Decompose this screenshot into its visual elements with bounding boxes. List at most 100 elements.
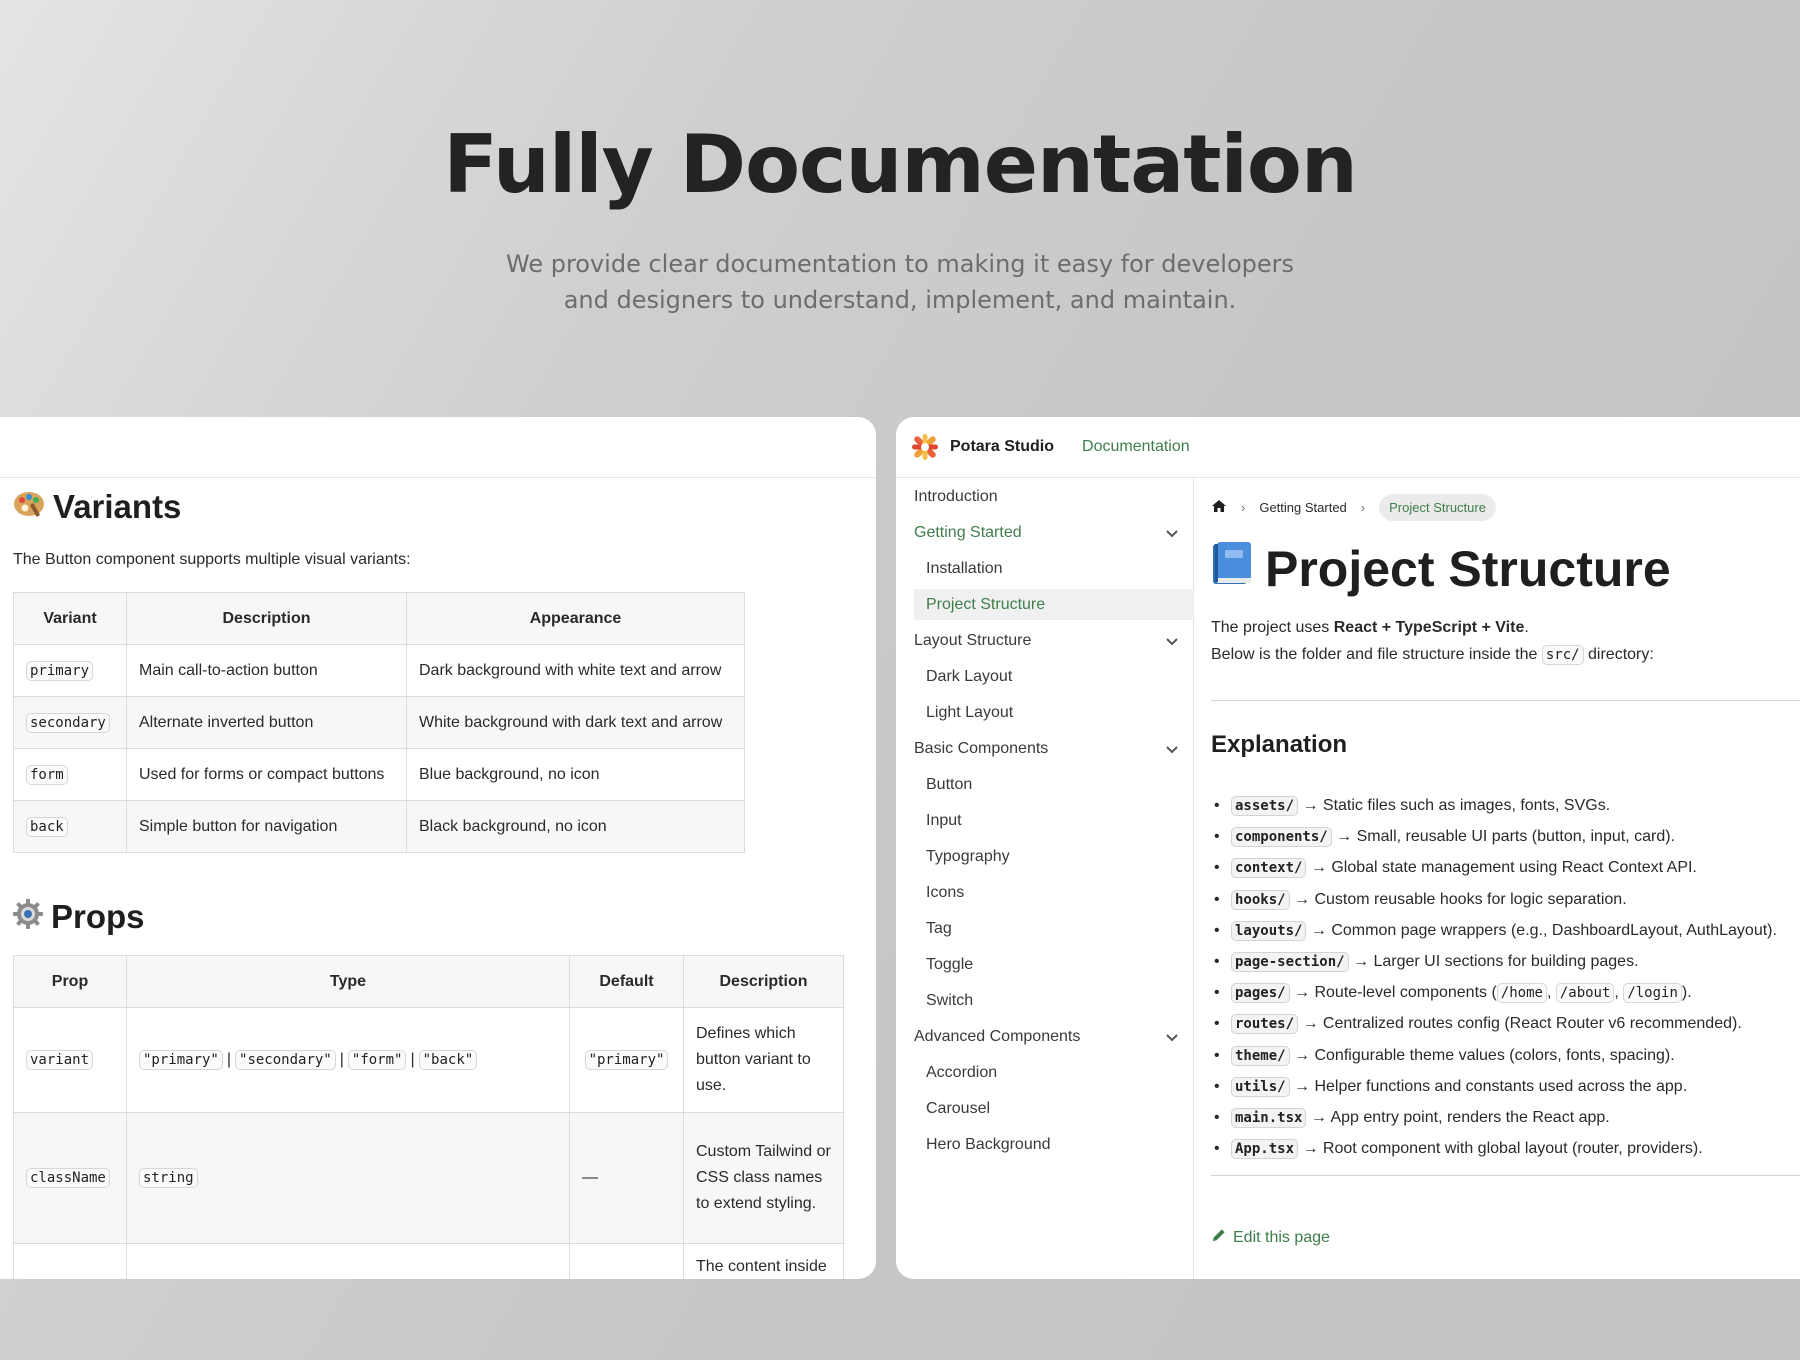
sidebar-group-basic-components[interactable]: Basic Components: [896, 733, 1194, 764]
sidebar-item-dark-layout[interactable]: Dark Layout: [896, 661, 1194, 692]
sidebar-group-advanced-components[interactable]: Advanced Components: [896, 1021, 1194, 1052]
chevron-down-icon[interactable]: [1164, 733, 1180, 764]
variants-heading: Variants: [13, 488, 181, 526]
description-cell: The content inside: [683, 1243, 844, 1279]
folder-code: pages/: [1231, 983, 1290, 1004]
folder-code: assets/: [1231, 796, 1299, 816]
sidebar-group-label: Getting Started: [914, 524, 1022, 541]
book-icon: [1211, 540, 1253, 598]
variants-table: Variant Description Appearance primary M…: [13, 592, 745, 853]
panel-topbar: [0, 417, 876, 478]
sidebar-item-project-structure[interactable]: Project Structure: [914, 589, 1194, 620]
table-row: back Simple button for navigation Black …: [13, 800, 745, 853]
column-header: Default: [569, 955, 684, 1008]
chevron-right-icon: ›: [1360, 500, 1366, 515]
folder-code: hooks/: [1231, 889, 1290, 910]
palette-icon: [13, 490, 45, 525]
explanation-list: assets/ → Static files such as images, f…: [1211, 790, 1800, 1164]
list-item: context/ → Global state management using…: [1211, 852, 1800, 883]
sidebar-item-installation[interactable]: Installation: [896, 553, 1194, 584]
breadcrumb-parent[interactable]: Getting Started: [1259, 500, 1346, 515]
variant-code: back: [26, 816, 68, 837]
prop-code: variant: [26, 1050, 94, 1070]
table-row: form Used for forms or compact buttons B…: [13, 748, 745, 801]
prop-cell: variant: [13, 1007, 127, 1113]
sidebar-item-hero-background[interactable]: Hero Background: [896, 1129, 1194, 1160]
gear-icon: [13, 898, 43, 936]
directory-suffix: directory:: [1583, 646, 1654, 663]
column-header: Description: [126, 592, 407, 645]
variant-code: primary: [26, 660, 94, 681]
pencil-icon: [1211, 1227, 1227, 1248]
props-table: Prop Type Default Description variant "p…: [13, 955, 844, 1279]
sidebar-item-introduction[interactable]: Introduction: [896, 481, 1194, 512]
item-text: → Small, reusable UI parts (button, inpu…: [1336, 828, 1675, 846]
chevron-down-icon[interactable]: [1164, 625, 1180, 656]
list-item: hooks/ → Custom reusable hooks for logic…: [1211, 884, 1800, 915]
variant-cell: secondary: [13, 696, 127, 749]
type-code: "secondary": [235, 1050, 336, 1070]
route-code: /home: [1496, 983, 1547, 1004]
home-icon[interactable]: [1211, 498, 1227, 517]
edit-page-link[interactable]: Edit this page: [1211, 1227, 1330, 1248]
description-cell: Simple button for navigation: [126, 800, 407, 853]
prop-code: className: [26, 1168, 110, 1188]
directory-text: Below is the folder and file structure i…: [1211, 645, 1654, 665]
brand-name[interactable]: Potara Studio: [950, 438, 1054, 456]
list-item: components/ → Small, reusable UI parts (…: [1211, 821, 1800, 852]
column-header: Appearance: [406, 592, 745, 645]
potara-logo-icon[interactable]: [910, 432, 940, 462]
item-text: → Route-level components (: [1294, 984, 1497, 1002]
docs-site-panel: Potara Studio Documentation Introduction…: [896, 417, 1800, 1279]
item-text-end: ).: [1681, 984, 1692, 1002]
file-code: main.tsx: [1231, 1107, 1307, 1128]
intro-suffix: .: [1524, 619, 1529, 636]
item-text: → Helper functions and constants used ac…: [1294, 1077, 1688, 1095]
list-item: pages/ → Route-level components (/home, …: [1211, 977, 1800, 1008]
item-text: → Custom reusable hooks for logic separa…: [1294, 890, 1627, 908]
type-separator: |: [339, 1051, 344, 1068]
intro-prefix: The project uses: [1211, 619, 1334, 636]
type-cell: [126, 1243, 570, 1279]
sidebar-group-layout-structure[interactable]: Layout Structure: [896, 625, 1194, 656]
hero-section: Fully Documentation We provide clear doc…: [0, 0, 1800, 417]
hero-subtitle-line: and designers to understand, implement, …: [563, 286, 1237, 314]
directory-prefix: Below is the folder and file structure i…: [1211, 646, 1542, 663]
variant-cell: form: [13, 748, 127, 801]
sidebar-item-switch[interactable]: Switch: [896, 985, 1194, 1016]
nav-link-documentation[interactable]: Documentation: [1082, 438, 1190, 456]
list-item: page-section/ → Larger UI sections for b…: [1211, 946, 1800, 977]
folder-code: theme/: [1231, 1045, 1290, 1066]
description-cell: Alternate inverted button: [126, 696, 407, 749]
table-row: variant "primary" | "secondary" | "form" | "ba…: [13, 1007, 844, 1113]
default-cell: "primary": [569, 1007, 684, 1113]
sidebar-item-icons[interactable]: Icons: [896, 877, 1194, 908]
sidebar-group-label: Layout Structure: [914, 632, 1032, 649]
sidebar-item-toggle[interactable]: Toggle: [896, 949, 1194, 980]
list-item: main.tsx → App entry point, renders the …: [1211, 1102, 1800, 1133]
list-item: theme/ → Configurable theme values (colo…: [1211, 1040, 1800, 1071]
sidebar-item-button[interactable]: Button: [896, 769, 1194, 800]
chevron-down-icon[interactable]: [1164, 517, 1180, 548]
edit-page-label: Edit this page: [1233, 1228, 1330, 1246]
hero-title: Fully Documentation: [443, 118, 1358, 211]
sidebar-item-tag[interactable]: Tag: [896, 913, 1194, 944]
sidebar-item-typography[interactable]: Typography: [896, 841, 1194, 872]
sidebar-item-input[interactable]: Input: [896, 805, 1194, 836]
type-code: "back": [418, 1050, 478, 1070]
list-item: assets/ → Static files such as images, f…: [1211, 790, 1800, 821]
variant-cell: back: [13, 800, 127, 853]
variants-heading-text: Variants: [53, 488, 182, 525]
sidebar-item-light-layout[interactable]: Light Layout: [896, 697, 1194, 728]
description-cell: Used for forms or compact buttons: [126, 748, 407, 801]
sidebar-item-carousel[interactable]: Carousel: [896, 1093, 1194, 1124]
table-header-row: Prop Type Default Description: [13, 955, 844, 1008]
sidebar-group-label: Advanced Components: [914, 1028, 1081, 1045]
sidebar-group-getting-started[interactable]: Getting Started: [896, 517, 1194, 548]
chevron-down-icon[interactable]: [1164, 1021, 1180, 1052]
type-code: "form": [347, 1050, 407, 1070]
site-header: Potara Studio Documentation: [896, 417, 1800, 478]
table-row: The content inside: [13, 1243, 844, 1279]
sidebar-item-accordion[interactable]: Accordion: [896, 1057, 1194, 1088]
list-item: layouts/ → Common page wrappers (e.g., D…: [1211, 915, 1800, 946]
